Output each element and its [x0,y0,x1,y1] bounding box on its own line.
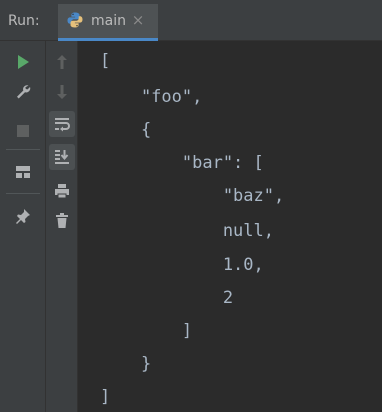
run-toolbar [0,41,46,412]
toolbar-divider [6,149,40,150]
console-output[interactable]: [ "foo", { "bar": [ "baz", null, 1.0, 2 … [78,41,382,412]
trash-icon[interactable] [49,208,75,234]
console-line: ] [100,387,111,407]
console-toolbar [46,41,78,412]
toolbar-divider [6,193,40,194]
tab-main[interactable]: main × [58,4,158,41]
layout-icon[interactable] [10,159,36,185]
pin-icon[interactable] [10,203,36,229]
run-tool-window-header: Run: main × [0,0,382,41]
up-arrow-icon[interactable] [49,49,75,75]
tab-label: main [91,13,126,29]
soft-wrap-icon[interactable] [49,111,75,137]
console-line: null, [100,221,274,241]
console-line: 2 [100,288,234,308]
wrench-icon[interactable] [10,79,36,105]
scroll-to-end-icon[interactable] [49,144,75,170]
console-line: "baz", [100,186,285,206]
console-line: 1.0, [100,255,264,275]
run-icon[interactable] [10,49,36,75]
stop-icon[interactable] [10,118,36,144]
close-tab-icon[interactable]: × [131,12,145,28]
console-line: } [100,354,152,374]
python-icon [67,12,83,28]
down-arrow-icon[interactable] [49,79,75,105]
console-line: "bar": [ [100,153,264,173]
run-label: Run: [8,13,40,29]
console-line: ] [100,321,193,341]
console-line: "foo", [100,87,203,107]
print-icon[interactable] [49,178,75,204]
console-line: [ [100,51,111,71]
console-line: { [100,120,152,140]
